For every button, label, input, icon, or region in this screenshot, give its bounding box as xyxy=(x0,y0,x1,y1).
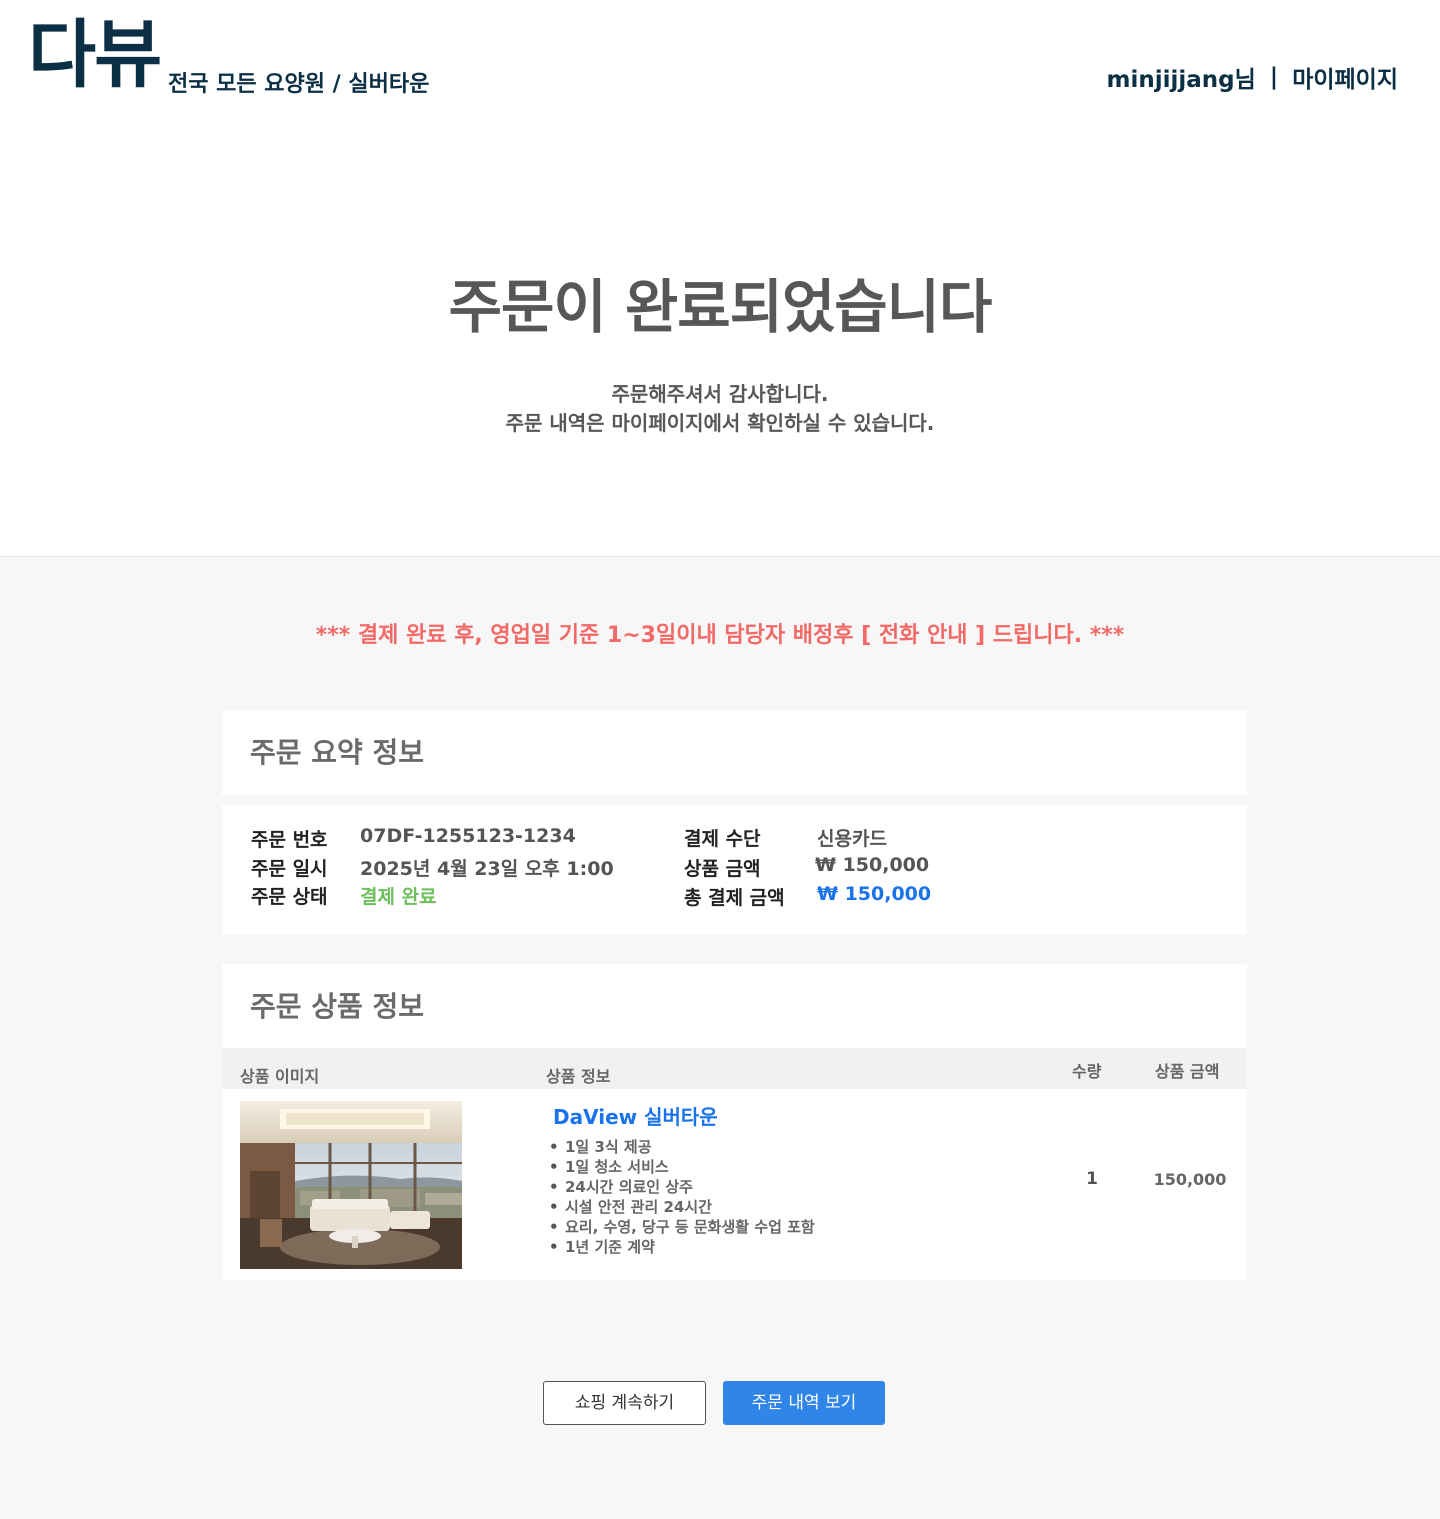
order-date-label: 주문 일시 xyxy=(251,858,328,880)
order-number-label: 주문 번호 xyxy=(251,829,328,851)
payment-notice: *** 결제 완료 후, 영업일 기준 1~3일이내 담당자 배정후 [ 전화 … xyxy=(315,623,1125,648)
order-complete-hero: 주문이 완료되었습니다 주문해주셔서 감사합니다. 주문 내역은 마이페이지에서… xyxy=(0,120,1440,556)
site-header: 다뷰 전국 모든 요양원 / 실버타운 minjijjang님 | 마이페이지 xyxy=(0,0,1440,120)
page-title: 주문이 완료되었습니다 xyxy=(448,273,993,341)
product-features-list: 1일 3식 제공 1일 청소 서비스 24시간 의료인 상주 시설 안전 관리 … xyxy=(549,1137,815,1257)
order-summary-header: 주문 요약 정보 xyxy=(222,710,1247,795)
order-status-label: 주문 상태 xyxy=(251,886,328,908)
order-number-value: 07DF-1255123-1234 xyxy=(360,825,576,847)
order-date-value: 2025년 4월 23일 오후 1:00 xyxy=(360,858,614,880)
order-items-title: 주문 상품 정보 xyxy=(250,990,425,1023)
item-quantity: 1 xyxy=(1086,1169,1098,1189)
feature-item: 1일 3식 제공 xyxy=(549,1137,815,1157)
column-info: 상품 정보 xyxy=(546,1067,611,1086)
total-amount-label: 총 결제 금액 xyxy=(684,887,785,909)
order-summary-title: 주문 요약 정보 xyxy=(250,736,425,769)
continue-shopping-button[interactable]: 쇼핑 계속하기 xyxy=(543,1381,706,1425)
order-details-section: *** 결제 완료 후, 영업일 기준 1~3일이내 담당자 배정후 [ 전화 … xyxy=(0,556,1440,1519)
user-nav: minjijjang님 | 마이페이지 xyxy=(1107,60,1399,94)
product-amount-value: ₩ 150,000 xyxy=(815,854,930,876)
total-amount-value: ₩ 150,000 xyxy=(817,883,932,905)
payment-method-label: 결제 수단 xyxy=(684,828,761,850)
feature-item: 1년 기준 계약 xyxy=(549,1237,815,1257)
order-summary-body: 주문 번호 07DF-1255123-1234 주문 일시 2025년 4월 2… xyxy=(222,805,1247,934)
view-orders-button[interactable]: 주문 내역 보기 xyxy=(723,1381,885,1425)
thank-you-line: 주문해주셔서 감사합니다. xyxy=(611,382,829,406)
site-logo[interactable]: 다뷰 xyxy=(28,18,162,92)
column-quantity: 수량 xyxy=(1072,1062,1102,1081)
mypage-link[interactable]: 마이페이지 xyxy=(1292,60,1398,94)
product-image[interactable] xyxy=(240,1101,462,1269)
items-table-header: 상품 이미지 상품 정보 수량 상품 금액 xyxy=(222,1048,1247,1089)
feature-item: 24시간 의료인 상주 xyxy=(549,1177,815,1197)
payment-method-value: 신용카드 xyxy=(817,828,887,850)
feature-item: 1일 청소 서비스 xyxy=(549,1157,815,1177)
feature-item: 요리, 수영, 당구 등 문화생활 수업 포함 xyxy=(549,1217,815,1237)
product-name-link[interactable]: DaView 실버타운 xyxy=(553,1101,718,1130)
column-price: 상품 금액 xyxy=(1155,1062,1220,1081)
product-amount-label: 상품 금액 xyxy=(684,858,761,880)
table-row: DaView 실버타운 1일 3식 제공 1일 청소 서비스 24시간 의료인 … xyxy=(222,1089,1247,1280)
nav-separator: | xyxy=(1269,64,1279,90)
order-items-header: 주문 상품 정보 xyxy=(222,964,1247,1048)
mypage-guide-line: 주문 내역은 마이페이지에서 확인하실 수 있습니다. xyxy=(505,411,935,435)
feature-item: 시설 안전 관리 24시간 xyxy=(549,1197,815,1217)
username-label: minjijjang님 xyxy=(1106,67,1256,93)
thank-you-message: 주문해주셔서 감사합니다. 주문 내역은 마이페이지에서 확인하실 수 있습니다… xyxy=(0,380,1440,438)
column-image: 상품 이미지 xyxy=(240,1067,320,1086)
site-tagline: 전국 모든 요양원 / 실버타운 xyxy=(168,72,430,97)
order-status-value: 결제 완료 xyxy=(360,886,437,908)
item-price: 150,000 xyxy=(1153,1170,1227,1189)
